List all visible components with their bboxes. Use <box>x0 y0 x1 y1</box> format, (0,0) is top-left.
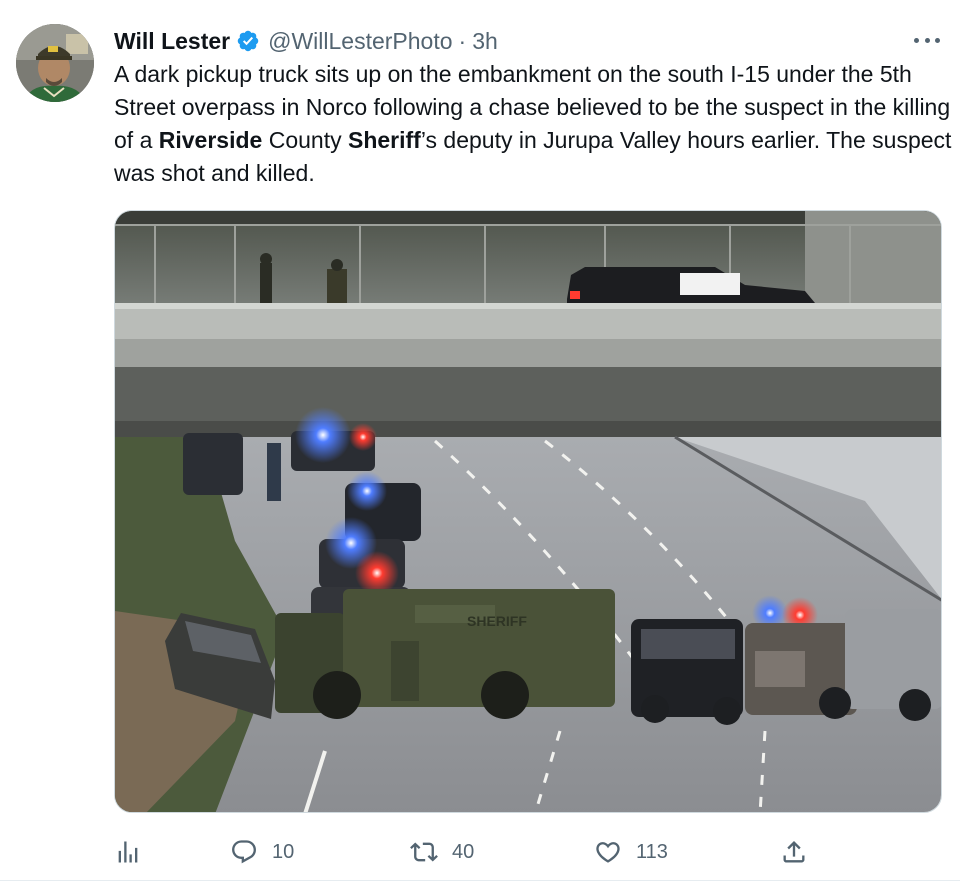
avatar-photo <box>16 24 94 102</box>
armored-vehicle-label: SHERIFF <box>467 613 527 629</box>
avatar[interactable] <box>16 24 94 102</box>
tweet-text-part: County <box>262 127 348 153</box>
tweet-photo[interactable]: SHERIFF <box>114 210 942 813</box>
like-button[interactable]: 113 <box>594 830 668 874</box>
separator-dot: · <box>458 27 467 54</box>
author-handle[interactable]: @WillLesterPhoto <box>268 28 452 55</box>
share-icon <box>783 841 805 863</box>
like-count: 113 <box>636 840 668 863</box>
heart-icon <box>596 842 620 863</box>
freeway-scene-illustration: SHERIFF <box>115 211 941 812</box>
retweet-count: 40 <box>452 840 475 863</box>
reply-button[interactable]: 10 <box>230 830 294 874</box>
verified-badge-icon <box>236 29 260 53</box>
reply-count: 10 <box>272 840 295 863</box>
share-button[interactable] <box>780 830 808 874</box>
tweet-text-bold-riverside: Riverside <box>158 127 263 153</box>
analytics-button[interactable] <box>114 830 142 874</box>
tweet-header: Will Lester @WillLesterPhoto · 3h <box>114 26 498 56</box>
tweet-actions: 10 40 113 <box>114 830 814 874</box>
retweet-icon <box>410 842 438 862</box>
tweet: Will Lester @WillLesterPhoto · 3h A dark… <box>0 0 960 881</box>
tweet-text: A dark pickup truck sits up on the emban… <box>114 58 954 190</box>
tweet-text-bold-sheriff: Sheriff <box>347 127 421 153</box>
timestamp[interactable]: 3h <box>472 28 498 55</box>
retweet-button[interactable]: 40 <box>410 830 474 874</box>
author-name[interactable]: Will Lester <box>114 28 230 55</box>
analytics-icon <box>118 841 138 863</box>
more-horizontal-icon[interactable] <box>914 30 940 50</box>
reply-icon <box>232 840 256 864</box>
